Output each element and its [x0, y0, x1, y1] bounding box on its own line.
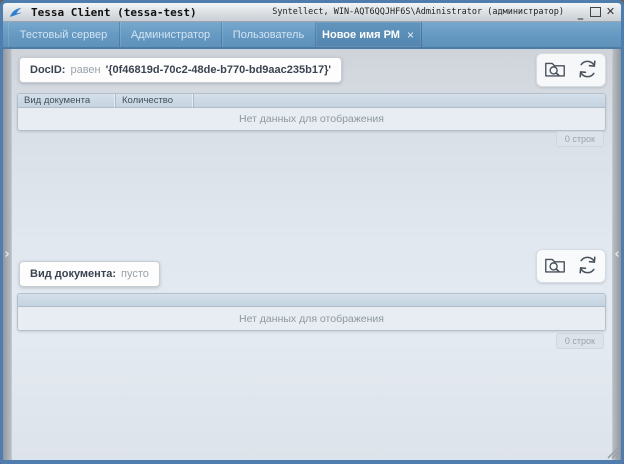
close-button[interactable]: ✕: [604, 6, 617, 19]
titlebar[interactable]: Tessa Client (tessa-test) Syntellect, WI…: [3, 3, 621, 22]
column-header-filler: [18, 294, 605, 306]
grid-header: [18, 294, 605, 307]
tab-administrator[interactable]: Администратор: [120, 22, 222, 47]
tab-testoviy-server[interactable]: Тестовый сервер: [8, 22, 120, 47]
column-header-filler: [194, 94, 605, 107]
tab-novoe-imya-rm[interactable]: Новое имя РМ ×: [316, 22, 422, 47]
row-count-badge: 0 строк: [556, 131, 604, 147]
folder-search-icon: [542, 253, 568, 280]
tab-polzovatel[interactable]: Пользователь: [222, 22, 316, 47]
filter-chip-vid-dokumenta[interactable]: Вид документа: пусто: [19, 261, 160, 287]
folder-search-icon: [542, 57, 568, 84]
expand-left-icon[interactable]: ‹: [613, 244, 621, 266]
expand-right-icon[interactable]: ›: [3, 244, 11, 266]
top-data-grid: Вид документа Количество Нет данных для …: [17, 93, 606, 131]
refresh-icon: [575, 57, 600, 84]
app-window: Tessa Client (tessa-test) Syntellect, WI…: [0, 0, 624, 464]
refresh-button[interactable]: [573, 57, 601, 83]
filter-field-label: Вид документа:: [30, 268, 116, 280]
session-info: Syntellect, WIN-AQT6QQJHF6S\Administrato…: [272, 7, 564, 17]
grid-header: Вид документа Количество: [18, 94, 605, 108]
right-splitter[interactable]: ‹: [612, 49, 621, 460]
filter-value: '{0f46819d-70c2-48de-b770-bd9aac235b17}': [106, 64, 331, 76]
tab-label: Тестовый сервер: [20, 29, 107, 41]
search-settings-button[interactable]: [541, 253, 569, 279]
maximize-icon: [590, 7, 601, 17]
window-title: Tessa Client (tessa-test): [31, 6, 197, 19]
content-area: › ‹ DocID: равен '{0f46819d-70c2-48de-b7…: [3, 49, 621, 460]
filter-operator: равен: [70, 64, 100, 76]
empty-data-message: Нет данных для отображения: [18, 108, 605, 130]
tab-label: Администратор: [131, 29, 210, 41]
empty-data-message: Нет данных для отображения: [18, 307, 605, 330]
bottom-data-grid: Нет данных для отображения: [17, 293, 606, 331]
filter-field-label: DocID:: [30, 64, 65, 76]
row-count-badge: 0 строк: [556, 333, 604, 349]
tab-close-icon[interactable]: ×: [406, 30, 415, 40]
top-view-toolbar: [536, 53, 606, 87]
search-settings-button[interactable]: [541, 57, 569, 83]
top-view: DocID: равен '{0f46819d-70c2-48de-b770-b…: [11, 49, 612, 199]
window-controls: _ ✕: [574, 6, 617, 19]
tessa-logo-icon: [9, 6, 23, 19]
tab-bar: Тестовый сервер Администратор Пользовате…: [3, 22, 621, 49]
refresh-icon: [575, 253, 600, 280]
bottom-view-toolbar: [536, 249, 606, 283]
tab-label: Пользователь: [233, 29, 304, 41]
maximize-button[interactable]: [589, 6, 602, 19]
filter-chip-docid[interactable]: DocID: равен '{0f46819d-70c2-48de-b770-b…: [19, 57, 342, 83]
bottom-view: Вид документа: пусто: [11, 247, 612, 397]
refresh-button[interactable]: [573, 253, 601, 279]
resize-grip[interactable]: [606, 446, 619, 459]
tab-label: Новое имя РМ: [322, 29, 400, 41]
minimize-button[interactable]: _: [574, 6, 587, 19]
filter-operator: пусто: [121, 268, 149, 280]
column-header-vid-dokumenta[interactable]: Вид документа: [18, 94, 116, 107]
column-header-kolichestvo[interactable]: Количество: [116, 94, 194, 107]
